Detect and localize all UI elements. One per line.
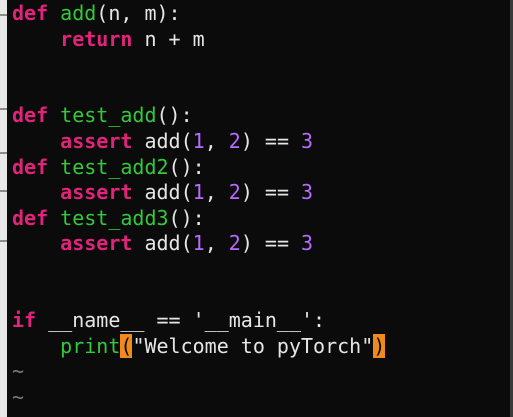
keyword-token: def xyxy=(12,1,49,25)
code-line[interactable]: def add(n, m): xyxy=(12,1,385,27)
left-gutter xyxy=(0,0,7,417)
function-token: test_add3 xyxy=(60,205,169,230)
gutter-mark xyxy=(0,240,7,242)
number-token: 1 xyxy=(192,128,205,153)
text-token: , xyxy=(204,180,229,205)
number-token: 3 xyxy=(301,231,314,256)
code-line[interactable]: assert add(1, 2) == 3 xyxy=(12,180,385,206)
function-token: print xyxy=(60,333,121,358)
function-token: test_add2 xyxy=(60,154,169,179)
number-token: 1 xyxy=(192,231,205,256)
text-token: add( xyxy=(132,128,193,153)
empty-line-tilde: ~ xyxy=(12,359,25,384)
text-token: add( xyxy=(132,180,193,205)
keyword-token: assert xyxy=(60,180,133,205)
number-token: 3 xyxy=(301,180,314,205)
number-token: 3 xyxy=(301,128,314,153)
code-line[interactable]: print("Welcome to pyTorch") xyxy=(12,333,386,360)
code-line[interactable] xyxy=(12,257,385,283)
number-token: 2 xyxy=(228,180,241,205)
number-token: 1 xyxy=(192,180,205,205)
text-token: ) == xyxy=(240,180,302,205)
text-token: __name__ == '__main__': xyxy=(36,308,326,333)
function-token: add xyxy=(60,1,97,25)
code-line[interactable]: def test_add3(): xyxy=(12,206,385,232)
text-token: ) == xyxy=(240,128,302,153)
code-line[interactable] xyxy=(12,78,385,104)
keyword-token: def xyxy=(12,205,49,230)
function-token: test_add xyxy=(60,103,157,128)
text-token: (): xyxy=(168,154,205,179)
code-line[interactable]: if __name__ == '__main__': xyxy=(12,308,385,334)
text-token: (n, m): xyxy=(96,1,181,25)
matched-paren-highlight: ( xyxy=(120,333,133,358)
editor-window: def add(n, m): return n + m def test_add… xyxy=(0,0,513,417)
text-token: , xyxy=(204,128,229,153)
code-line[interactable]: assert add(1, 2) == 3 xyxy=(12,129,385,155)
matched-paren-highlight: ) xyxy=(373,333,386,358)
code-line[interactable]: assert add(1, 2) == 3 xyxy=(12,231,385,257)
keyword-token: if xyxy=(12,308,37,333)
text-token: n + m xyxy=(132,26,205,51)
text-token: (): xyxy=(168,205,205,230)
gutter-mark xyxy=(0,190,7,192)
gutter-mark xyxy=(0,108,7,110)
code-line[interactable] xyxy=(12,283,385,309)
gutter-mark xyxy=(0,14,7,16)
text-token: (): xyxy=(156,103,193,128)
keyword-token: def xyxy=(12,154,49,179)
keyword-token: assert xyxy=(60,231,133,256)
code-line[interactable]: return n + m xyxy=(12,27,385,53)
gutter-mark xyxy=(0,152,7,154)
keyword-token: assert xyxy=(60,128,133,153)
keyword-token: def xyxy=(12,103,49,128)
code-line[interactable] xyxy=(12,52,385,78)
code-line[interactable]: def test_add(): xyxy=(12,103,385,129)
empty-line-tilde: ~ xyxy=(12,384,25,409)
code-line[interactable]: def test_add2(): xyxy=(12,155,385,181)
keyword-token: return xyxy=(60,26,133,51)
text-token: , xyxy=(204,231,229,256)
code-line[interactable]: ~ xyxy=(12,385,385,411)
text-token: ) == xyxy=(240,231,302,256)
number-token: 2 xyxy=(228,128,241,153)
code-line[interactable]: ~ xyxy=(12,359,385,385)
code-buffer[interactable]: def add(n, m): return n + m def test_add… xyxy=(12,1,386,411)
text-token: add( xyxy=(132,231,193,256)
number-token: 2 xyxy=(228,231,241,256)
text-token: "Welcome to pyTorch" xyxy=(132,333,374,358)
code-editor[interactable]: def add(n, m): return n + m def test_add… xyxy=(7,0,510,417)
